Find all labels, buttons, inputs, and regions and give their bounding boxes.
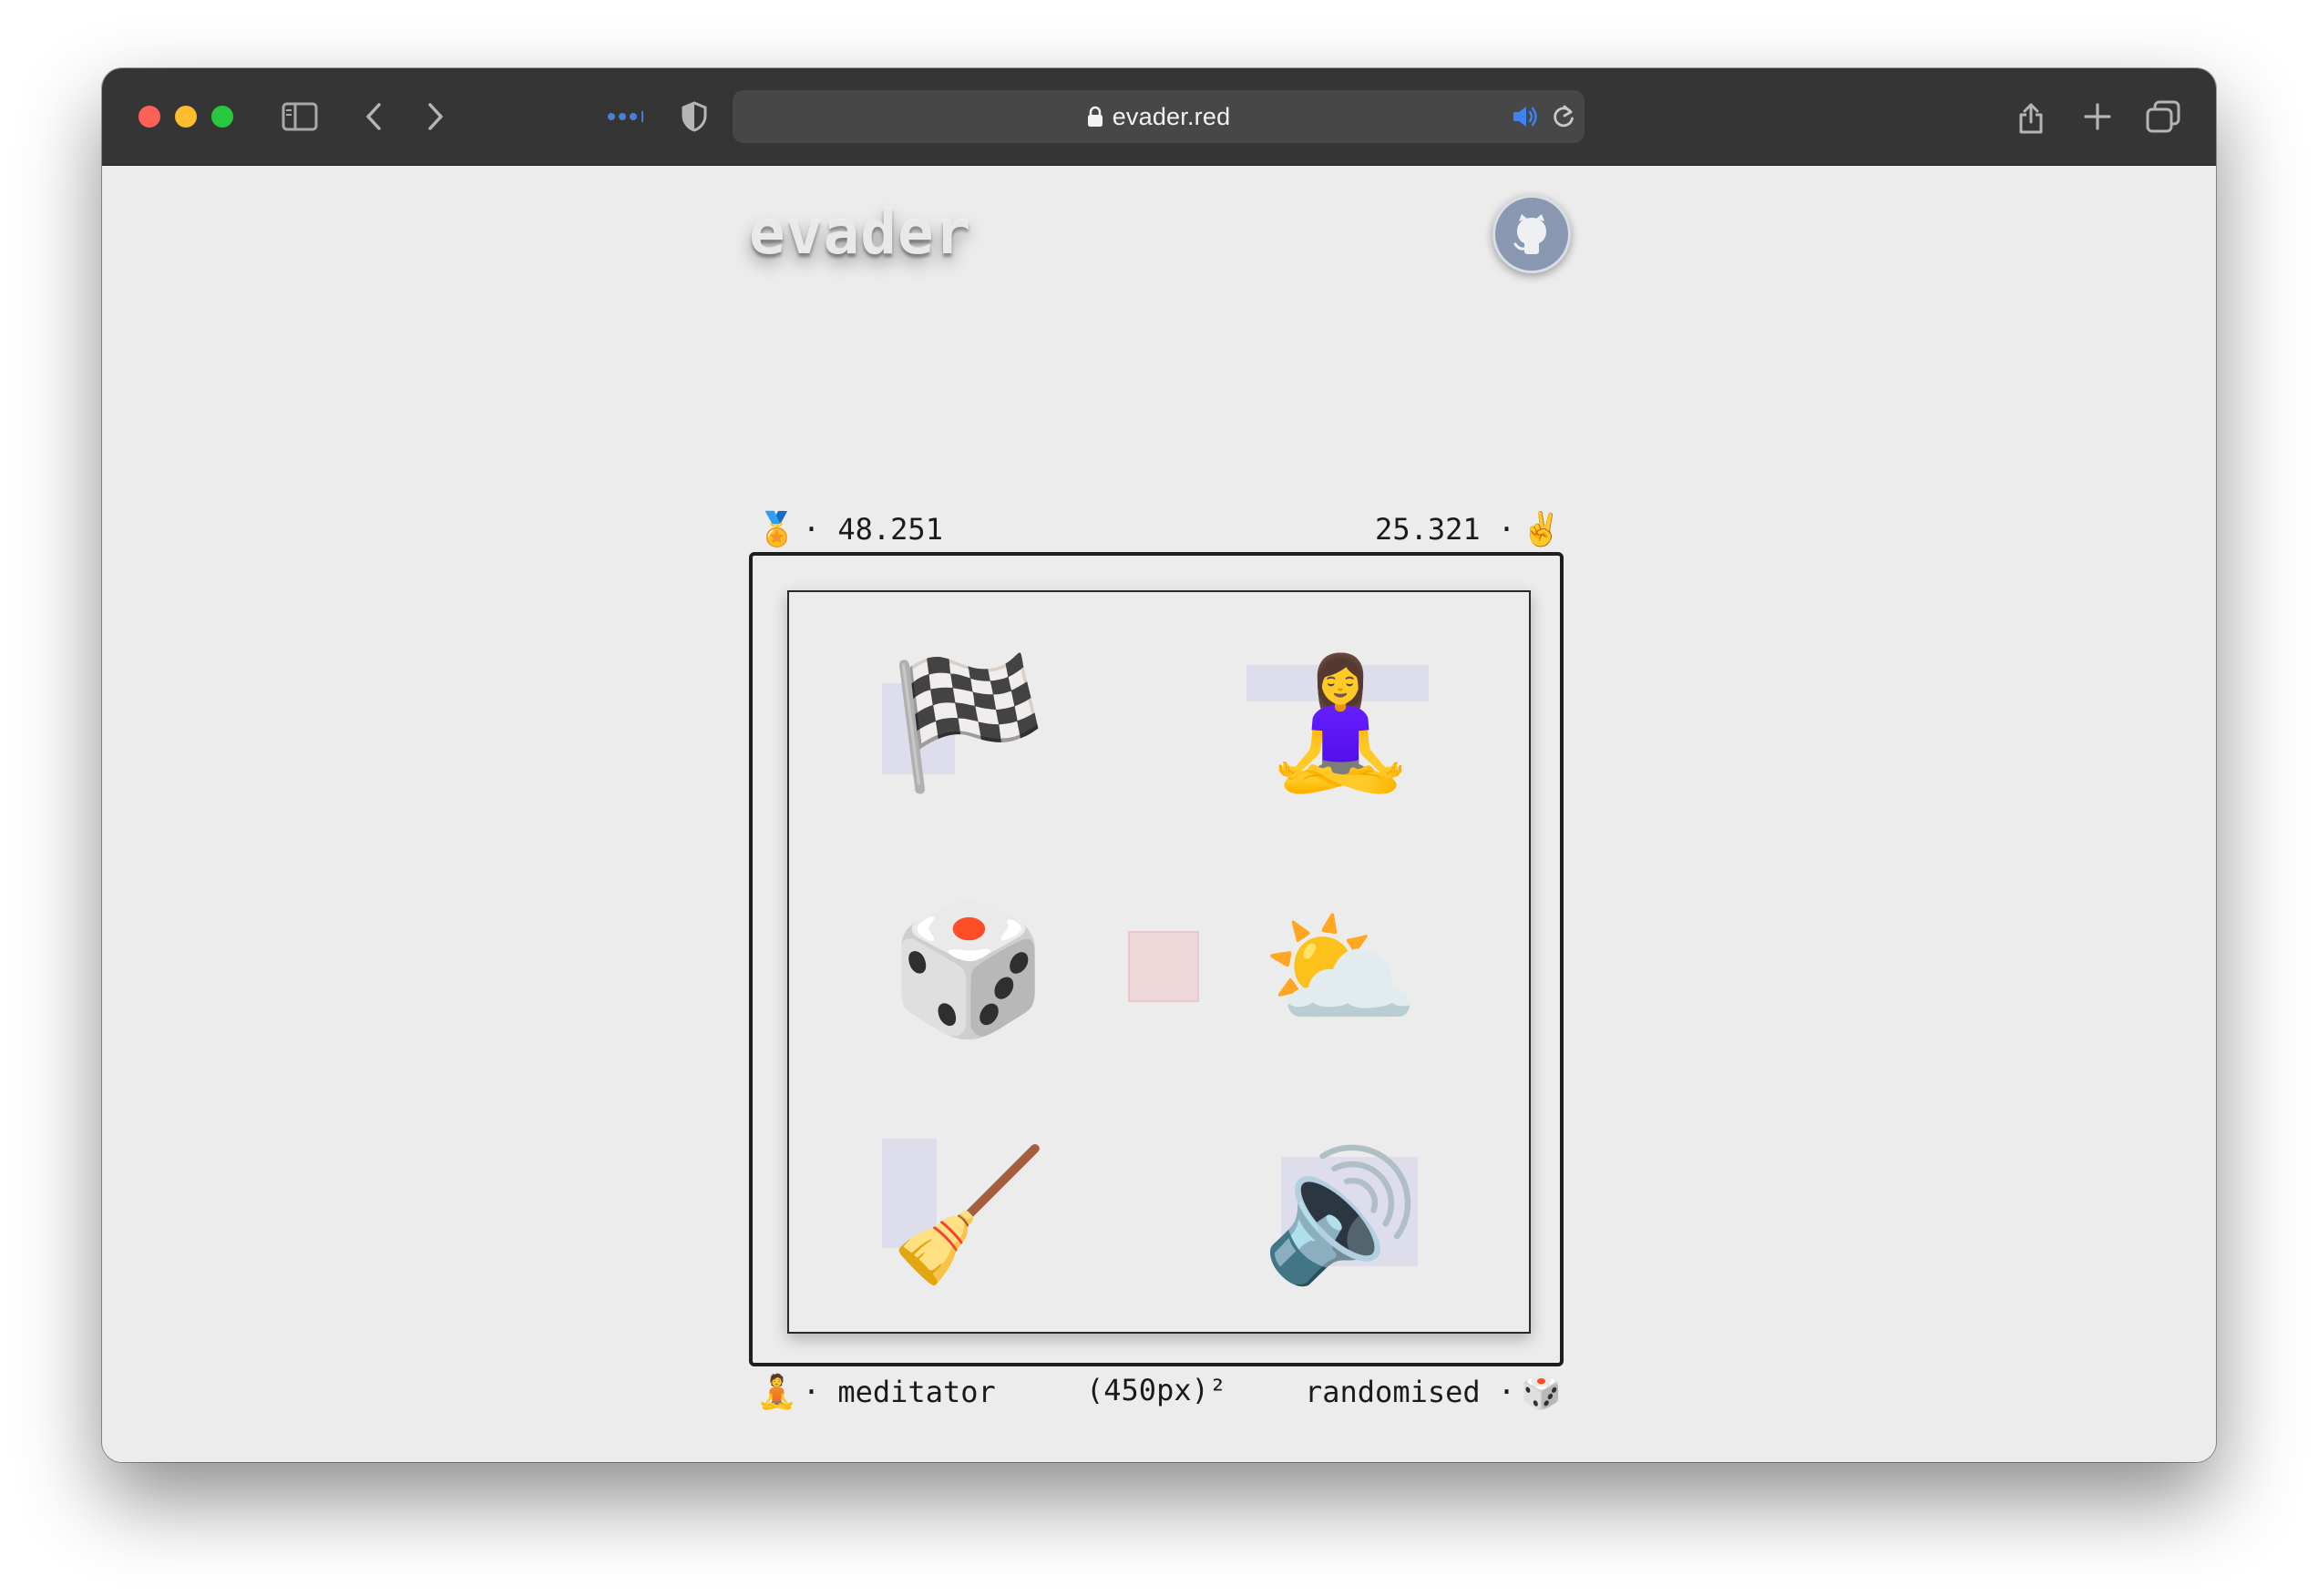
- page-content: evader 🏅 · 48.251 25.321 · ✌️: [102, 166, 2216, 1462]
- sidebar-toggle-icon[interactable]: [279, 96, 321, 138]
- best-score-value: · 48.251: [802, 512, 943, 547]
- layout-stat: randomised · 🎲: [1305, 1373, 1567, 1411]
- medal-icon: 🏅: [756, 511, 797, 548]
- current-score-stat: 25.321 · ✌️: [1375, 510, 1567, 548]
- github-icon[interactable]: [1492, 195, 1571, 273]
- arena-size-stat: (450px)²: [1086, 1373, 1226, 1407]
- forward-chevron-icon[interactable]: [417, 96, 454, 138]
- url-text: evader.red: [1112, 103, 1231, 130]
- evader-target-square[interactable]: [1128, 931, 1199, 1002]
- layout-value: randomised ·: [1304, 1375, 1516, 1409]
- chequered-flag-icon[interactable]: 🏁: [889, 647, 1048, 802]
- screenshot-root: evader.red evader 🏅 · 48.251 25.321 · ✌️…: [0, 0, 2318, 1596]
- minimize-window-button[interactable]: [175, 106, 197, 128]
- arena-frame: 🏁 🧘‍♀️ 🎲 ⛅ 🧹 🔊: [749, 552, 1564, 1366]
- current-score-value: 25.321 ·: [1375, 512, 1516, 547]
- close-window-button[interactable]: [138, 106, 160, 128]
- address-bar[interactable]: evader.red: [733, 90, 1585, 143]
- meditating-woman-icon[interactable]: 🧘‍♀️: [1261, 647, 1420, 802]
- reload-icon[interactable]: [1547, 96, 1580, 138]
- meditator-icon: 🧘: [756, 1374, 797, 1411]
- privacy-shield-icon[interactable]: [676, 96, 713, 138]
- tab-overview-icon[interactable]: [2143, 96, 2183, 138]
- dice-icon: 🎲: [1521, 1374, 1562, 1411]
- share-icon[interactable]: [2013, 96, 2049, 138]
- dice-icon[interactable]: 🎲: [889, 893, 1048, 1048]
- browser-toolbar: evader.red: [102, 68, 2216, 166]
- best-score-stat: 🏅 · 48.251: [751, 510, 943, 548]
- broom-icon[interactable]: 🧹: [889, 1139, 1048, 1294]
- fullscreen-window-button[interactable]: [211, 106, 233, 128]
- arena[interactable]: 🏁 🧘‍♀️ 🎲 ⛅ 🧹 🔊: [787, 590, 1531, 1334]
- evader-logo[interactable]: evader: [749, 198, 971, 268]
- browser-window: evader.red evader 🏅 · 48.251 25.321 · ✌️…: [102, 68, 2216, 1462]
- mode-stat: 🧘 · meditator: [751, 1373, 996, 1411]
- mode-value: · meditator: [802, 1375, 996, 1409]
- lock-icon: [1087, 93, 1103, 146]
- back-chevron-icon[interactable]: [355, 96, 392, 138]
- sun-behind-cloud-icon[interactable]: ⛅: [1261, 893, 1420, 1048]
- victory-hand-icon: ✌️: [1521, 511, 1562, 548]
- new-tab-plus-icon[interactable]: [2079, 96, 2116, 138]
- arena-size-value: (450px)²: [1086, 1373, 1227, 1407]
- extensions-icon[interactable]: [603, 96, 649, 138]
- speaker-icon[interactable]: 🔊: [1261, 1139, 1420, 1294]
- audio-playing-icon[interactable]: [1507, 96, 1544, 138]
